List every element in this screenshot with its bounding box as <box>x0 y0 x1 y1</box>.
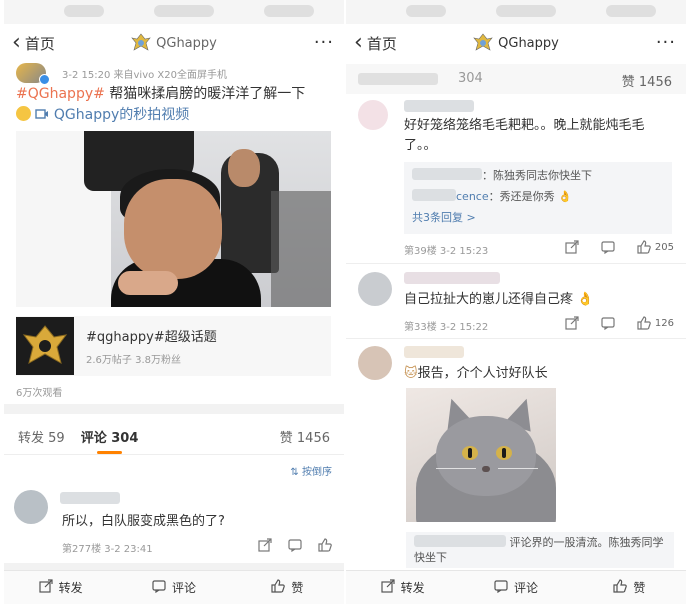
commenter-avatar[interactable] <box>14 490 48 524</box>
commenter-name[interactable] <box>60 492 120 504</box>
qg-logo-icon <box>16 317 74 375</box>
status-bar <box>4 0 344 24</box>
like-button[interactable]: 赞 <box>231 571 344 604</box>
share-icon[interactable] <box>565 240 579 254</box>
comment-button[interactable]: 评论 <box>459 571 572 604</box>
comment-icon[interactable] <box>601 240 615 254</box>
comment-text: 所以，白队服变成黑色的了? <box>62 514 225 529</box>
nav-title: QGhappy <box>4 33 344 53</box>
like-count: 205 <box>654 241 674 253</box>
repost-button[interactable]: 转发 <box>346 571 459 604</box>
commenter-avatar[interactable] <box>358 346 392 380</box>
interaction-tabs: 转发 59 评论 304 赞 1456 <box>4 418 344 454</box>
comment-text: 🐱报告，介个人讨好队长 <box>404 366 548 381</box>
left-screen: ‹ 首页 QGhappy ··· 3-2 15:20 来自vivo X20全面屏… <box>4 0 344 610</box>
post-body: 帮猫咪揉肩膀的暖洋洋了解一下 <box>104 86 306 102</box>
tab-repost[interactable]: 转发 59 <box>18 427 65 446</box>
comment-icon <box>494 579 508 596</box>
comment-icon <box>152 579 166 596</box>
comment-item: 自己拉扯大的崽儿还得自己疼 👌 第33楼 3-2 15:22 126 <box>346 266 686 336</box>
sort-icon: ⇅ <box>290 467 299 478</box>
nav-bar: ‹ 首页 QGhappy ··· <box>346 24 686 62</box>
video-player[interactable] <box>16 131 331 307</box>
tab-comments[interactable]: 评论 304 <box>81 427 138 454</box>
commenter-name[interactable] <box>404 272 500 284</box>
share-icon[interactable] <box>258 538 272 552</box>
share-icon[interactable] <box>565 316 579 330</box>
nav-bar: ‹ 首页 QGhappy ··· <box>4 24 344 62</box>
more-icon[interactable]: ··· <box>314 32 334 53</box>
comment-item: 好好笼络笼络毛毛耙耙。。晚上就能炖毛毛了。。 ：陈独秀同志你快坐下 cence：… <box>346 96 686 262</box>
more-icon[interactable]: ··· <box>656 32 676 53</box>
view-count: 6万次观看 <box>16 388 63 399</box>
share-icon <box>39 579 53 596</box>
bottom-action-bar: 转发 评论 赞 <box>4 570 344 604</box>
status-bar <box>346 0 686 24</box>
like-icon[interactable] <box>637 240 651 254</box>
repost-button[interactable]: 转发 <box>4 571 117 604</box>
share-icon <box>381 579 395 596</box>
like-icon[interactable] <box>318 538 332 552</box>
commenter-avatar[interactable] <box>358 272 392 306</box>
back-label: 首页 <box>366 34 397 53</box>
back-button[interactable]: ‹ 首页 <box>354 32 397 54</box>
section-divider <box>4 404 344 414</box>
commenter-name[interactable] <box>404 100 474 112</box>
comment-image-cat[interactable] <box>406 388 556 522</box>
reply-box[interactable]: 评论界的一股清流。陈独秀同学快坐下 <box>406 532 674 568</box>
video-link[interactable]: QGhappy的秒拍视频 <box>35 107 189 123</box>
comment-text: 好好笼络笼络毛毛耙耙。。晚上就能炖毛毛了。。 <box>404 118 645 153</box>
like-icon <box>613 579 628 596</box>
comment-icon[interactable] <box>288 538 302 552</box>
sticky-tabs: 304 赞 1456 <box>346 64 686 94</box>
right-screen: ‹ 首页 QGhappy ··· 304 赞 1456 好好笼络笼络毛毛耙耙。。… <box>346 0 686 610</box>
bottom-action-bar: 转发 评论 赞 <box>346 570 686 604</box>
post-time-source: 3-2 15:20 来自vivo X20全面屏手机 <box>62 69 227 81</box>
comment-icon[interactable] <box>601 316 615 330</box>
qghappy-logo-icon <box>131 33 151 51</box>
reply-box[interactable]: ：陈独秀同志你快坐下 cence：秀还是你秀 👌 共3条回复 > <box>404 162 672 234</box>
author-avatar[interactable] <box>16 63 50 85</box>
comment-button[interactable]: 评论 <box>117 571 230 604</box>
like-count: 126 <box>654 317 674 329</box>
like-button[interactable]: 赞 <box>573 571 686 604</box>
qghappy-logo-icon <box>473 33 493 51</box>
post-text: #QGhappy# 帮猫咪揉肩膀的暖洋洋了解一下 QGhappy的秒拍视频 <box>16 84 336 126</box>
back-chevron-icon: ‹ <box>354 30 363 55</box>
topic-name: #qghappy#超级话题 <box>86 330 217 345</box>
comment-footer: 第277楼 3-2 23:41 <box>62 544 153 555</box>
comment-item: 所以，白队服变成黑色的了? 第277楼 3-2 23:41 <box>4 484 344 564</box>
like-icon[interactable] <box>637 316 651 330</box>
comment-actions: 205 <box>565 240 674 254</box>
tab-likes[interactable]: 赞 1456 <box>280 427 330 446</box>
video-icon <box>35 109 49 119</box>
sort-bar: ⇅ 按倒序 <box>4 454 344 480</box>
post-meta: 3-2 15:20 来自vivo X20全面屏手机 <box>16 62 336 85</box>
topic-stats: 2.6万帖子 3.8万粉丝 <box>86 355 181 366</box>
back-chevron-icon: ‹ <box>12 30 21 55</box>
back-button[interactable]: ‹ 首页 <box>12 32 55 54</box>
post-topic-link[interactable]: #QGhappy# <box>16 86 105 102</box>
more-replies-link[interactable]: 共3条回复 > <box>412 207 664 228</box>
smile-emoji-icon <box>16 106 31 121</box>
comment-actions <box>258 538 332 552</box>
sort-button[interactable]: ⇅ 按倒序 <box>290 463 332 478</box>
commenter-name[interactable] <box>404 346 464 358</box>
comment-text: 自己拉扯大的崽儿还得自己疼 👌 <box>404 292 594 307</box>
like-icon <box>271 579 286 596</box>
commenter-avatar[interactable] <box>358 100 388 130</box>
nav-title: QGhappy <box>346 33 686 53</box>
comment-actions: 126 <box>565 316 674 330</box>
super-topic-card[interactable]: #qghappy#超级话题 2.6万帖子 3.8万粉丝 <box>16 316 331 376</box>
comment-footer: 第33楼 3-2 15:22 <box>404 322 489 333</box>
tab-likes[interactable]: 赞 1456 <box>622 71 672 90</box>
back-label: 首页 <box>24 34 55 53</box>
comment-footer: 第39楼 3-2 15:23 <box>404 246 489 257</box>
